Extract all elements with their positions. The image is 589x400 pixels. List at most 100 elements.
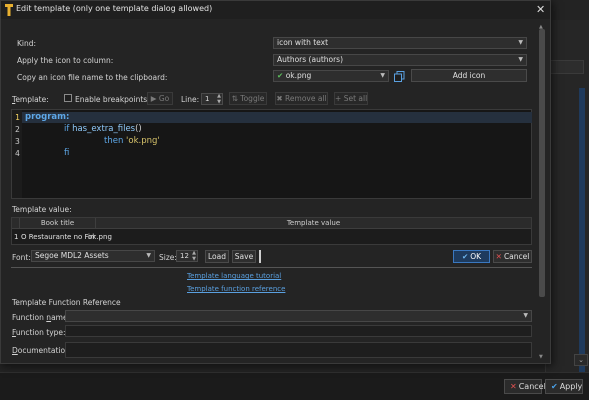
remove-all-button[interactable]: ✖ Remove all [275,92,328,105]
template-language-tutorial-link[interactable]: Template language tutorial [187,272,281,280]
save-font-button[interactable]: Save [232,250,256,263]
template-label: Template: [12,95,49,104]
line-label: Line: [181,95,200,104]
column-header-template-value[interactable]: Template value [96,218,531,229]
kind-value: icon with text [277,38,329,47]
stepper-arrows-icon: ▲ ▼ [192,250,196,262]
background-bottom-bar [0,372,589,400]
checkmark-icon: ✔ [461,252,469,261]
keyword-if: if [64,124,70,134]
checkmark-icon: ✔ [551,382,558,391]
apply-column-value: Authors (authors) [277,55,344,64]
line-number: 3 [15,137,20,146]
template-value-label: Template value: [12,205,72,214]
close-icon[interactable]: ✕ [536,3,545,16]
string-literal: 'ok.png' [126,136,160,146]
line-number: 4 [15,149,20,158]
function-type-label: Function type: [12,328,66,337]
go-button[interactable]: ▶ Go [147,92,173,105]
documentation-field[interactable] [65,342,532,358]
background-selection-strip [579,88,585,378]
keyword-then: then [104,136,124,146]
go-label: Go [158,94,170,103]
background-apply-label: Apply [559,382,583,391]
row-number: 1 [14,233,19,241]
current-line-highlight [22,112,532,123]
font-size-stepper[interactable]: 12 ▲ ▼ [176,250,198,262]
function-name-select[interactable]: ▼ [65,310,532,322]
scroll-down-icon[interactable]: ▼ [539,354,543,360]
add-icon-button[interactable]: Add icon [411,69,527,82]
cancel-x-icon: ✕ [510,382,517,391]
set-all-label: Set all [343,94,368,103]
background-panel: ⌄ [545,20,589,380]
separator-line [11,267,532,268]
edit-template-dialog: Edit template (only one template dialog … [0,0,551,364]
table-cell-template-value[interactable]: ok.png [88,233,112,241]
chevron-down-icon: ▼ [518,39,523,46]
line-number-stepper[interactable]: 1 ▲ ▼ [201,93,223,105]
chevron-down-icon: ▼ [380,72,385,79]
background-dropdown-icon[interactable]: ⌄ [574,354,588,366]
line-number: 1 [15,113,20,122]
enable-breakpoints-checkbox[interactable] [64,94,72,102]
set-all-button[interactable]: + Set all [334,92,368,105]
remove-all-label: Remove all [285,94,327,103]
code-line-3: then 'ok.png' [104,136,160,146]
documentation-label: Documentation: [12,346,73,355]
background-field [550,60,584,74]
toggle-button[interactable]: ⇅ Toggle [229,92,267,105]
ok-label: OK [470,252,482,261]
stepper-arrows-icon: ▲ ▼ [217,93,221,105]
cancel-label: Cancel [503,252,530,261]
scroll-up-icon[interactable]: ▲ [539,24,543,30]
background-cancel-label: Cancel [518,382,546,391]
splitter-handle[interactable] [259,250,261,263]
background-apply-button[interactable]: ✔ Apply [545,379,583,394]
toggle-icon: ⇅ [231,94,238,103]
template-function-reference-link[interactable]: Template function reference [187,285,285,293]
size-label: Size: [159,253,177,262]
kind-label: Kind: [17,39,37,48]
font-value: Segoe MDL2 Assets [35,251,109,260]
chevron-down-icon: ▼ [146,252,151,259]
font-label: Font: [12,253,31,262]
function-type-field[interactable] [65,325,532,337]
play-icon: ▶ [150,94,157,103]
calibre-app-icon [5,4,13,16]
apply-column-select[interactable]: Authors (authors) ▼ [273,54,527,66]
function-name-label: Function name: [12,313,71,322]
ok-button[interactable]: ✔ OK [453,250,490,263]
toggle-label: Toggle [240,94,265,103]
line-number-value: 1 [205,95,210,103]
parens: () [135,124,142,134]
background-cancel-button[interactable]: ✕ Cancel [504,379,546,394]
row-header-corner [12,218,20,229]
column-header-book-title[interactable]: Book title [20,218,96,229]
font-size-value: 12 [180,252,189,260]
scrollbar-thumb[interactable] [539,29,545,297]
dialog-titlebar[interactable]: Edit template (only one template dialog … [1,1,550,19]
code-line-2: if has_extra_files() [64,124,142,134]
function-name: has_extra_files [72,124,136,134]
apply-column-label: Apply the icon to column: [17,56,114,65]
copy-icon-label: Copy an icon file name to the clipboard: [17,73,168,82]
line-number: 2 [15,125,20,134]
table-cell-book-title[interactable]: O Restaurante no Fim [21,233,95,241]
font-select[interactable]: Segoe MDL2 Assets ▼ [31,250,155,262]
copy-icon[interactable] [394,71,405,82]
kind-select[interactable]: icon with text ▼ [273,37,527,49]
function-reference-heading: Template Function Reference [12,298,121,307]
code-line-1: program: [25,112,70,122]
chevron-down-icon: ▼ [523,312,528,319]
template-value-table: Book title Template value 1 O Restaurant… [11,217,532,245]
cancel-button[interactable]: ✕ Cancel [493,250,532,263]
load-font-button[interactable]: Load [205,250,229,263]
icon-file-value: ok.png [285,71,312,80]
icon-file-select[interactable]: ✔ ok.png ▼ [273,70,389,82]
code-line-4: fi [64,148,70,158]
template-editor[interactable]: 1 2 3 4 program: if has_extra_files() th… [11,109,532,199]
enable-breakpoints-label: Enable breakpoints [75,95,148,104]
checkmark-icon: ✔ [277,71,284,80]
cancel-x-icon: ✕ [495,252,502,261]
